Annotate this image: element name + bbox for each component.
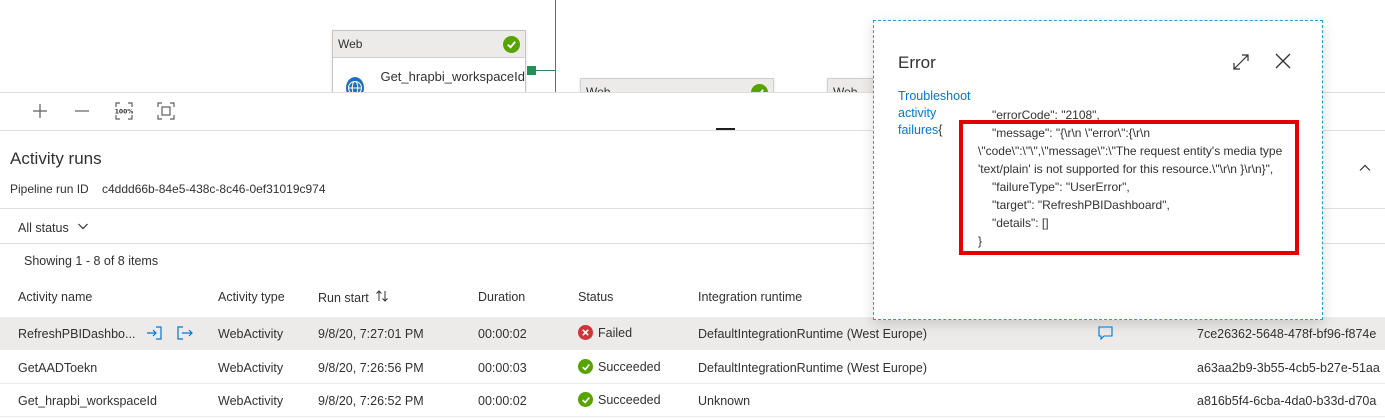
activity-name-cell: GetAADToekn	[18, 361, 98, 375]
node-type-label: Web	[833, 85, 858, 92]
status-filter-dropdown[interactable]: All status	[18, 220, 89, 235]
node-header: Web	[333, 31, 525, 58]
column-header-activity-type[interactable]: Activity type	[218, 290, 285, 304]
run-start-cell: 9/8/20, 7:27:01 PM	[318, 327, 424, 341]
table-row[interactable]: RefreshPBIDashbo... WebActivity 9/8/20, …	[0, 317, 1385, 350]
pipeline-connector-branch	[536, 70, 556, 71]
node-type-label: Web	[586, 85, 611, 92]
chevron-down-icon	[77, 220, 89, 235]
output-icon[interactable]	[177, 325, 193, 344]
status-cell: Succeeded	[578, 392, 661, 407]
activity-type-cell: WebActivity	[218, 394, 284, 408]
activity-type-cell: WebActivity	[218, 327, 284, 341]
item-count: Showing 1 - 8 of 8 items	[24, 254, 159, 268]
zoom-100-icon[interactable]: 100%	[112, 99, 136, 123]
column-header-activity-name[interactable]: Activity name	[18, 290, 92, 304]
column-header-run-start[interactable]: Run start	[318, 290, 389, 305]
svg-text:100%: 100%	[115, 109, 133, 116]
runtime-cell: DefaultIntegrationRuntime (West Europe)	[698, 361, 928, 375]
chevron-up-icon[interactable]	[1358, 161, 1372, 178]
node-name-label: Get_hrapbi_workspaceId	[380, 69, 525, 84]
column-header-status[interactable]: Status	[578, 290, 613, 304]
status-cell: Succeeded	[578, 359, 661, 374]
output-port[interactable]	[527, 66, 536, 75]
activity-name-cell: RefreshPBIDashbo...	[18, 327, 136, 341]
comment-icon[interactable]	[1098, 326, 1113, 343]
column-header-integration-runtime[interactable]: Integration runtime	[698, 290, 802, 304]
status-cell: Failed	[578, 325, 632, 340]
activity-run-id-cell: a63aa2b9-3b55-4cb5-b27e-51aa	[1197, 361, 1380, 375]
success-icon	[578, 392, 593, 407]
status-filter-label: All status	[18, 220, 69, 235]
column-header-duration[interactable]: Duration	[478, 290, 525, 304]
run-id-label: Pipeline run ID	[10, 182, 89, 196]
panel-title: Activity runs	[10, 149, 102, 168]
success-icon	[578, 359, 593, 374]
run-start-label: Run start	[318, 290, 369, 305]
duration-cell: 00:00:03	[478, 361, 527, 375]
check-icon	[751, 83, 768, 92]
activity-run-id-cell: a816b5f4-6cba-4da0-b33d-d70a	[1197, 394, 1377, 408]
error-title: Error	[898, 53, 936, 72]
run-start-cell: 9/8/20, 7:26:56 PM	[318, 361, 424, 375]
status-text: Succeeded	[598, 359, 661, 374]
pipeline-connector	[555, 0, 556, 92]
fit-screen-icon[interactable]	[154, 99, 178, 123]
expand-icon[interactable]	[1232, 53, 1250, 74]
error-highlight-box	[959, 120, 1299, 255]
check-icon	[503, 35, 520, 53]
json-open-brace: {	[938, 123, 943, 137]
error-icon[interactable]	[578, 325, 593, 340]
http-globe-icon	[346, 77, 365, 92]
minus-icon[interactable]	[70, 99, 94, 123]
input-icon[interactable]	[146, 325, 162, 344]
activity-node-get-workspace[interactable]: Web Get_hrapbi_workspaceId	[332, 30, 526, 92]
activity-run-id-cell: 7ce26362-5648-478f-bf96-f874e	[1197, 327, 1377, 341]
duration-cell: 00:00:02	[478, 327, 527, 341]
activity-node-get-token[interactable]: Web	[580, 78, 774, 92]
runtime-cell: DefaultIntegrationRuntime (West Europe)	[698, 327, 928, 341]
activity-name-cell: Get_hrapbi_workspaceId	[18, 394, 157, 408]
table-row[interactable]: GetAADToekn WebActivity 9/8/20, 7:26:56 …	[0, 351, 1385, 384]
status-text: Succeeded	[598, 392, 661, 407]
runtime-cell: Unknown	[698, 394, 751, 408]
run-id-value: c4ddd66b-84e5-438c-8c46-0ef31019c974	[102, 182, 326, 196]
activity-type-cell: WebActivity	[218, 361, 284, 375]
plus-icon[interactable]	[28, 99, 52, 123]
duration-cell: 00:00:02	[478, 394, 527, 408]
table-row[interactable]: Get_hrapbi_workspaceId WebActivity 9/8/2…	[0, 384, 1385, 417]
close-icon[interactable]	[1274, 52, 1292, 73]
run-start-cell: 9/8/20, 7:26:52 PM	[318, 394, 424, 408]
node-type-label: Web	[338, 37, 363, 51]
sort-icon[interactable]	[375, 290, 389, 305]
status-text: Failed	[598, 325, 633, 340]
